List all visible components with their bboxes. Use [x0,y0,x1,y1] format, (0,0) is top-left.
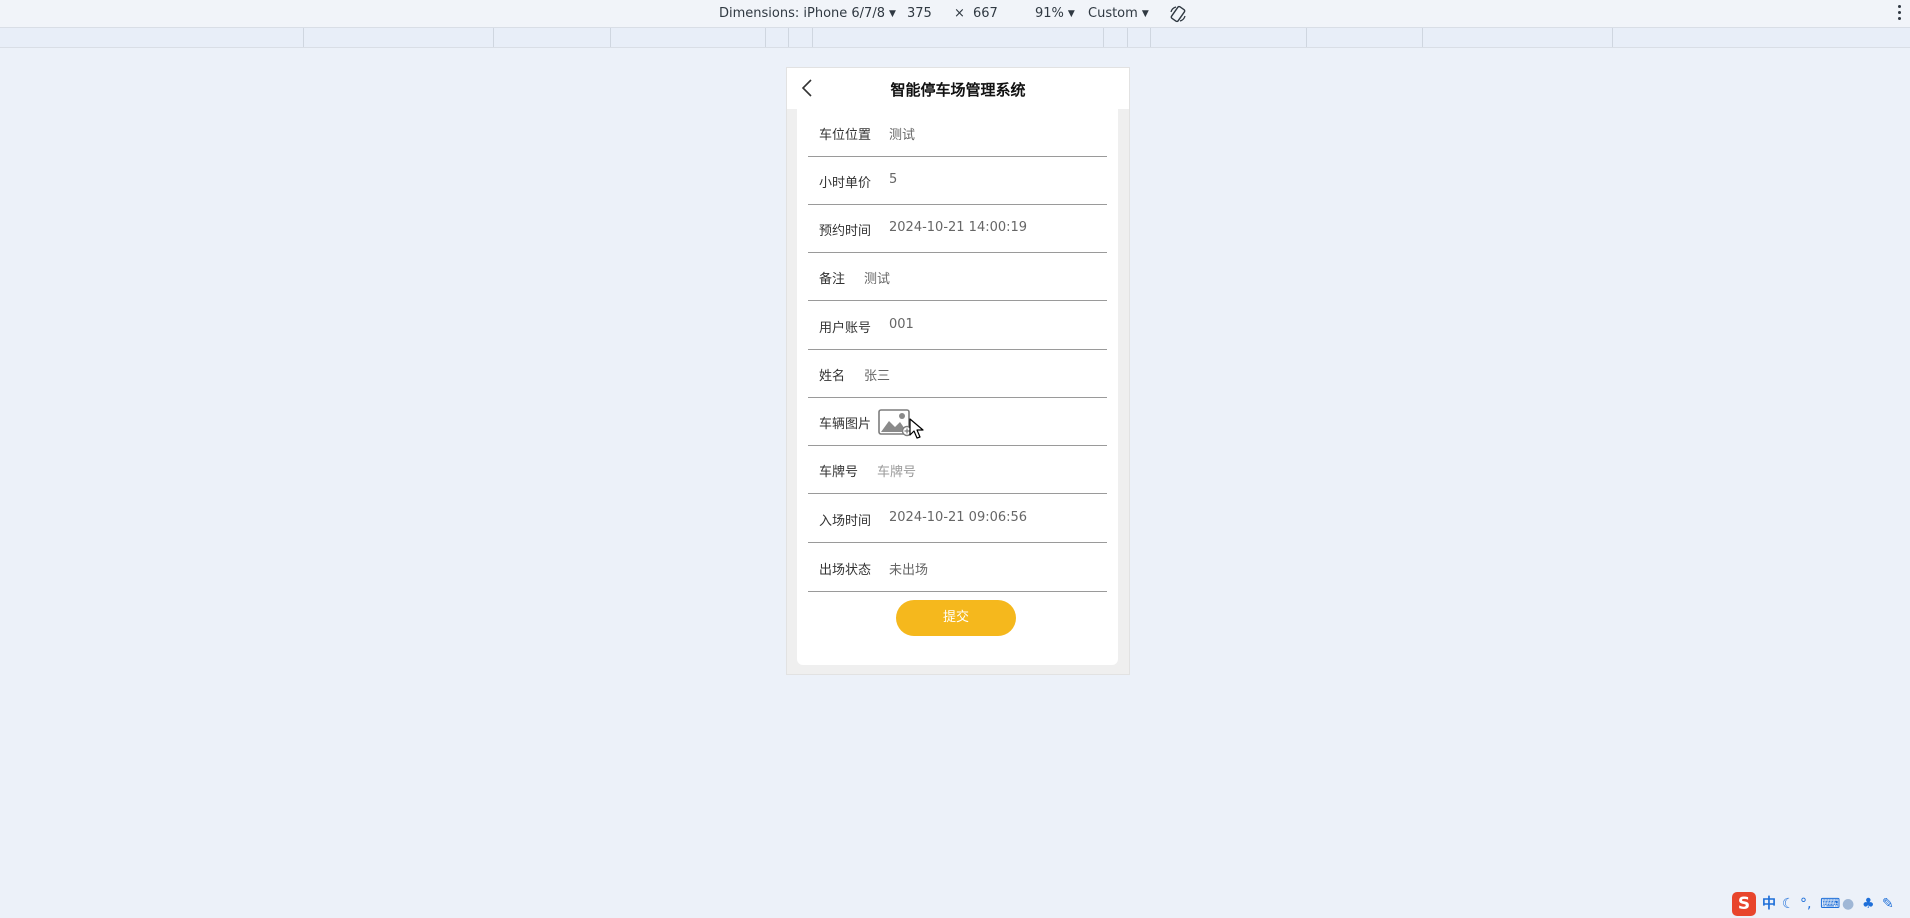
chevron-down-icon: ▼ [1067,9,1075,19]
app-header: 智能停车场管理系统 [787,68,1129,109]
device-label: Dimensions: iPhone 6/7/8 [719,6,885,21]
field-label: 备注 [819,272,846,287]
mouse-cursor-icon [909,418,924,439]
plate-field[interactable]: 车牌号 [877,461,916,480]
user-icon[interactable]: ● [1842,896,1854,912]
width-input[interactable]: 375 [907,6,932,22]
location-field[interactable]: 测试 [889,124,915,143]
ruler-tick [812,28,813,47]
chevron-down-icon: ▼ [1141,9,1149,19]
skin-icon[interactable]: ♣ [1862,896,1875,912]
entry-time-field[interactable]: 2024-10-21 09:06:56 [889,510,1027,525]
field-label: 预约时间 [819,224,872,239]
form-row-name[interactable]: 姓名 张三 [808,350,1107,398]
phone-viewport: 智能停车场管理系统 车位位置 测试 小时单价 5 预约时间 2024-10-21… [786,67,1130,675]
system-tray: S 中 ☾ °, ⌨ ● ♣ ✎ [1730,888,1910,918]
ruler-tick [1103,28,1104,47]
form-row-price[interactable]: 小时单价 5 [808,157,1107,205]
exit-status-field[interactable]: 未出场 [889,559,928,578]
field-label: 入场时间 [819,514,872,529]
price-field[interactable]: 5 [889,172,897,187]
form-row-location[interactable]: 车位位置 测试 [808,109,1107,157]
ruler-tick [765,28,766,47]
ruler-tick [493,28,494,47]
form-card: 车位位置 测试 小时单价 5 预约时间 2024-10-21 14:00:19 … [797,109,1118,665]
form-row-reservation-time[interactable]: 预约时间 2024-10-21 14:00:19 [808,205,1107,253]
form-row-entry-time[interactable]: 入场时间 2024-10-21 09:06:56 [808,495,1107,543]
throttle-label: Custom [1088,6,1138,21]
ruler-tick [1422,28,1423,47]
ruler-tick [1612,28,1613,47]
user-account-field[interactable]: 001 [889,317,914,332]
field-label: 姓名 [819,369,846,384]
moon-icon[interactable]: ☾ [1782,896,1795,912]
form-row-vehicle-image[interactable]: 车辆图片 [808,398,1107,446]
keyboard-icon[interactable]: ⌨ [1820,896,1840,912]
ime-logo-icon[interactable]: S [1732,892,1756,916]
form-row-user-account[interactable]: 用户账号 001 [808,302,1107,350]
zoom-selector[interactable]: 91% ▼ [1035,6,1075,22]
devtools-toolbar: Dimensions: iPhone 6/7/8 ▼ 375 × 667 91% ▼… [0,0,1910,28]
image-placeholder-icon[interactable] [878,406,912,440]
field-label: 小时单价 [819,176,872,191]
reservation-time-field[interactable]: 2024-10-21 14:00:19 [889,220,1027,235]
field-label: 出场状态 [819,563,872,578]
field-label: 车位位置 [819,128,872,143]
device-selector[interactable]: Dimensions: iPhone 6/7/8 ▼ [719,6,896,22]
ruler-tick [610,28,611,47]
field-label: 用户账号 [819,321,872,336]
field-label: 车辆图片 [819,417,872,432]
ruler-tick [303,28,304,47]
chevron-down-icon: ▼ [888,9,896,19]
ime-language-indicator[interactable]: 中 [1762,896,1776,912]
height-input[interactable]: 667 [973,6,998,22]
form-row-exit-status[interactable]: 出场状态 未出场 [808,543,1107,592]
ruler-tick [1150,28,1151,47]
media-query-ruler [0,28,1910,48]
more-options-icon[interactable] [1896,5,1902,23]
submit-button[interactable]: 提交 [896,600,1016,636]
ruler-tick [1127,28,1128,47]
throttle-selector[interactable]: Custom ▼ [1088,6,1149,22]
ruler-tick [788,28,789,47]
rotate-icon[interactable] [1168,4,1188,24]
remarks-field[interactable]: 测试 [864,268,890,287]
form-row-plate[interactable]: 车牌号 车牌号 [808,446,1107,494]
name-field[interactable]: 张三 [864,365,890,384]
times-separator: × [954,6,965,21]
page-title: 智能停车场管理系统 [890,81,1026,99]
form-row-remarks[interactable]: 备注 测试 [808,253,1107,301]
ruler-tick [1306,28,1307,47]
punctuation-icon[interactable]: °, [1800,896,1811,912]
tools-icon[interactable]: ✎ [1882,896,1894,912]
zoom-label: 91% [1035,6,1064,21]
field-label: 车牌号 [819,465,859,480]
